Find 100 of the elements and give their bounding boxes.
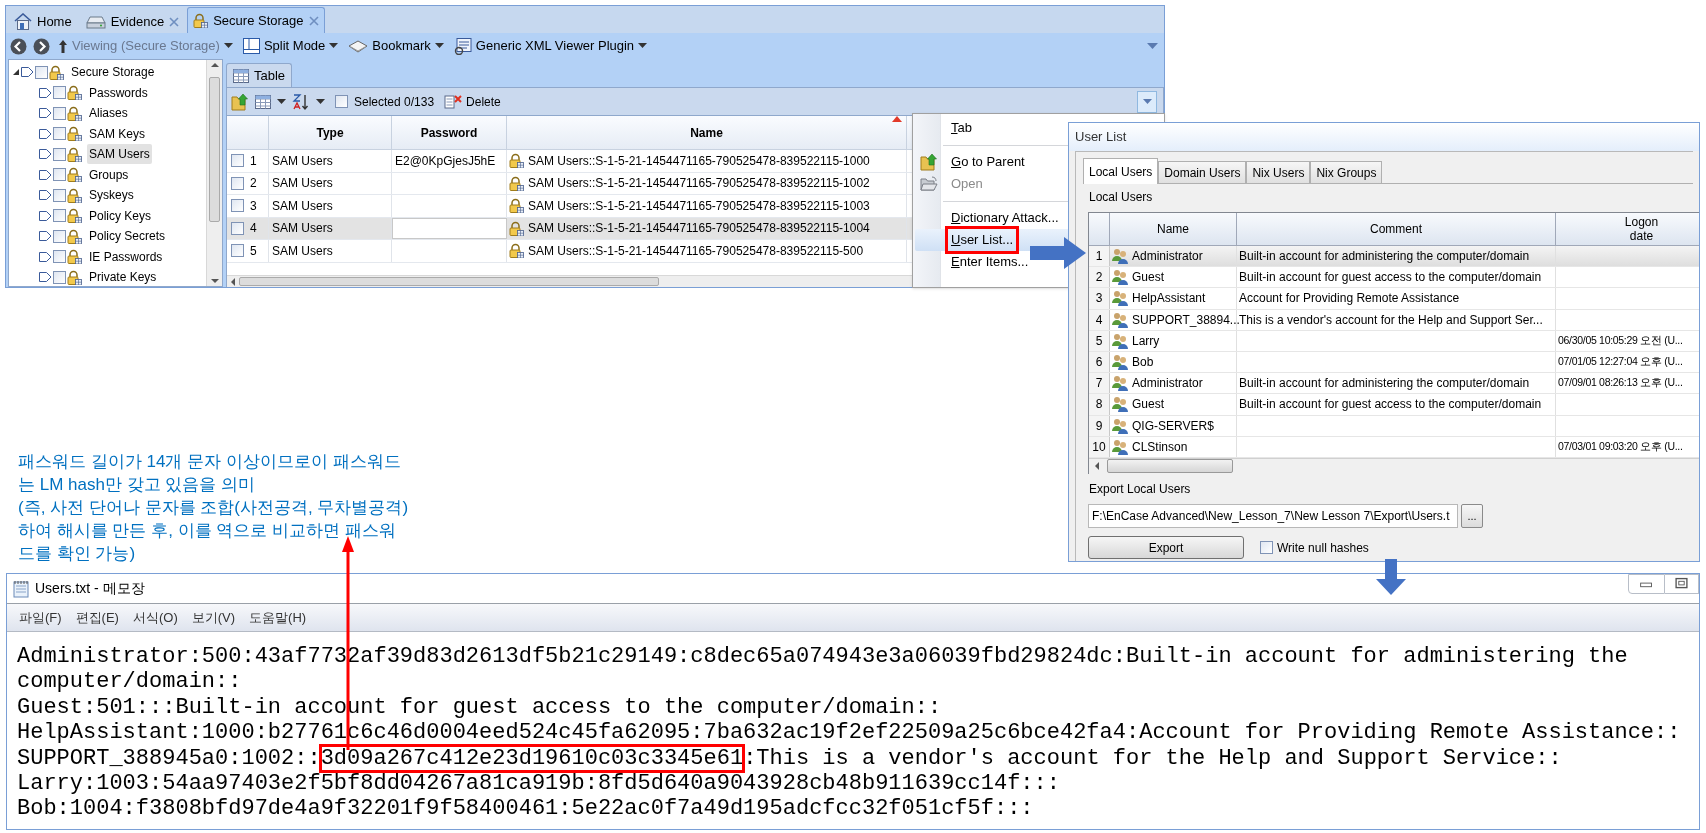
menu-item[interactable]: 도움말(H) (243, 607, 313, 628)
menu-item[interactable]: 파일(F) (13, 607, 68, 628)
tab[interactable]: Domain Users (1158, 161, 1247, 183)
table-row[interactable]: 5 Larry 06/30/05 10:05:29 오전 (U... (1089, 330, 1699, 352)
folder-up-icon[interactable] (231, 92, 249, 111)
checkbox[interactable] (53, 147, 66, 161)
checkbox[interactable] (53, 209, 66, 223)
column-header[interactable]: Type (269, 116, 392, 149)
table-cell-text: 07/09/01 08:26:13 오후 (U... (1558, 375, 1683, 391)
tree-item[interactable]: Groups (87, 164, 131, 185)
column-header[interactable]: Logon date (1556, 213, 1699, 245)
tree-item[interactable]: SAM Users (87, 144, 152, 165)
checkbox[interactable] (53, 86, 66, 100)
tag-icon[interactable] (39, 168, 52, 181)
tab[interactable]: Home (8, 9, 78, 33)
column-header[interactable]: Comment (1237, 213, 1556, 245)
users-icon (1112, 438, 1129, 455)
back-icon[interactable] (10, 37, 27, 55)
path-field[interactable]: F:\EnCase Advanced\New_Lesson_7\New Lesson 7\Export\Users.t (1088, 504, 1458, 528)
table-row[interactable]: 10 CLStinson 07/03/01 09:03:20 오후 (U... (1089, 436, 1699, 458)
browse-button[interactable]: ... (1461, 504, 1483, 528)
menu-item[interactable]: 보기(V) (185, 607, 242, 628)
up-arrow-icon (58, 38, 68, 54)
checkbox[interactable] (53, 270, 66, 284)
table-row[interactable]: 8 Guest Built-in account for guest access to the computer/domain (1089, 394, 1699, 416)
checkbox[interactable] (53, 188, 66, 202)
checkbox[interactable] (231, 221, 244, 235)
column-header[interactable]: Name (507, 116, 907, 149)
checkbox[interactable] (1260, 541, 1273, 554)
tree-item[interactable]: Policy Keys (87, 205, 154, 226)
close-icon[interactable] (169, 16, 180, 27)
tab[interactable]: Evidence (79, 9, 186, 33)
column-header[interactable]: Name (1110, 213, 1237, 245)
tree-item[interactable]: Secure Storage (69, 62, 157, 83)
menu-item[interactable]: 서식(O) (126, 607, 184, 628)
table-row[interactable]: 7 Administrator Built-in account for administering the computer/domain 07/09/01 08:26:13 오후 (U... (1089, 373, 1699, 395)
checkbox[interactable] (35, 65, 48, 79)
table-row[interactable]: 4 SUPPORT_38894...This is a vendor's account for the Help and Support Ser... (1089, 309, 1699, 331)
checkbox[interactable] (335, 95, 348, 108)
tag-icon[interactable] (21, 66, 34, 79)
row-number: 1 (250, 152, 257, 170)
checkbox[interactable] (53, 106, 66, 120)
grid-icon[interactable] (255, 94, 271, 109)
tag-icon[interactable] (39, 189, 52, 202)
maximize-button[interactable] (1665, 574, 1699, 594)
caret-icon (434, 43, 444, 49)
tag-icon[interactable] (39, 148, 52, 161)
users-icon (1112, 375, 1129, 392)
toolbar-button[interactable]: Generic XML Viewer Plugin (451, 35, 650, 57)
column-header[interactable]: Password (392, 116, 507, 149)
expanded-icon[interactable] (12, 68, 20, 77)
tag-icon[interactable] (39, 250, 52, 263)
forward-icon[interactable] (33, 37, 50, 55)
delete-button[interactable]: Delete (444, 92, 501, 111)
checkbox[interactable] (231, 154, 244, 168)
tree-item[interactable]: Policy Secrets (87, 226, 168, 247)
table-row[interactable]: 9 QIG-SERVER$ (1089, 415, 1699, 437)
lock-icon (509, 198, 524, 214)
checkbox[interactable] (53, 168, 66, 182)
tag-icon[interactable] (39, 209, 52, 222)
table-row[interactable]: 1 Administrator Built-in account for administering the computer/domain (1089, 246, 1699, 268)
table-row[interactable]: 2 Guest Built-in account for guest access to the computer/domain (1089, 267, 1699, 289)
tag-icon[interactable] (39, 86, 52, 99)
tab[interactable]: Nix Groups (1310, 161, 1383, 183)
checkbox[interactable] (53, 229, 66, 243)
tag-icon[interactable] (39, 230, 52, 243)
tab[interactable]: Table (226, 63, 293, 87)
caret-icon[interactable] (316, 98, 325, 105)
checkbox[interactable] (53, 250, 66, 264)
tag-icon[interactable] (39, 271, 52, 284)
checkbox[interactable] (231, 199, 244, 213)
tree-item[interactable]: SAM Keys (87, 123, 147, 144)
caret-icon[interactable] (277, 98, 286, 105)
tree-item[interactable]: Aliases (87, 103, 130, 124)
dropdown-button[interactable] (1137, 90, 1157, 113)
tree-item[interactable]: Syskeys (87, 185, 136, 206)
table-row[interactable]: 6 Bob 07/01/05 12:27:04 오후 (U... (1089, 351, 1699, 374)
checkbox[interactable] (231, 244, 244, 258)
export-button[interactable]: Export (1088, 536, 1244, 559)
vertical-scrollbar[interactable] (206, 60, 222, 286)
checkbox[interactable] (231, 176, 244, 190)
tab[interactable]: Local Users (1083, 158, 1159, 184)
tree-item[interactable]: Passwords (87, 82, 150, 103)
toolbar-button[interactable]: Split Mode (240, 35, 341, 57)
row-number: 2 (250, 175, 257, 193)
table-row[interactable]: 3 HelpAssistant Account for Providing Remote Assistance (1089, 288, 1699, 310)
tab[interactable]: Nix Users (1246, 161, 1311, 183)
table-cell: E2@0KpGjesJ5hE (392, 150, 507, 172)
tag-icon[interactable] (39, 127, 52, 140)
tab[interactable]: Secure Storage (187, 7, 325, 33)
tree-item[interactable]: Private Keys (87, 267, 159, 286)
window-title: User List (1075, 128, 1127, 147)
tag-icon[interactable] (39, 107, 52, 120)
close-icon[interactable] (308, 15, 319, 26)
checkbox[interactable] (53, 127, 66, 141)
sort-icon[interactable] (292, 92, 310, 111)
minimize-button[interactable] (1628, 574, 1665, 594)
menu-item[interactable]: 편집(E) (69, 607, 125, 628)
tree-item[interactable]: IE Passwords (87, 246, 165, 267)
toolbar-button[interactable]: Bookmark (346, 35, 446, 57)
